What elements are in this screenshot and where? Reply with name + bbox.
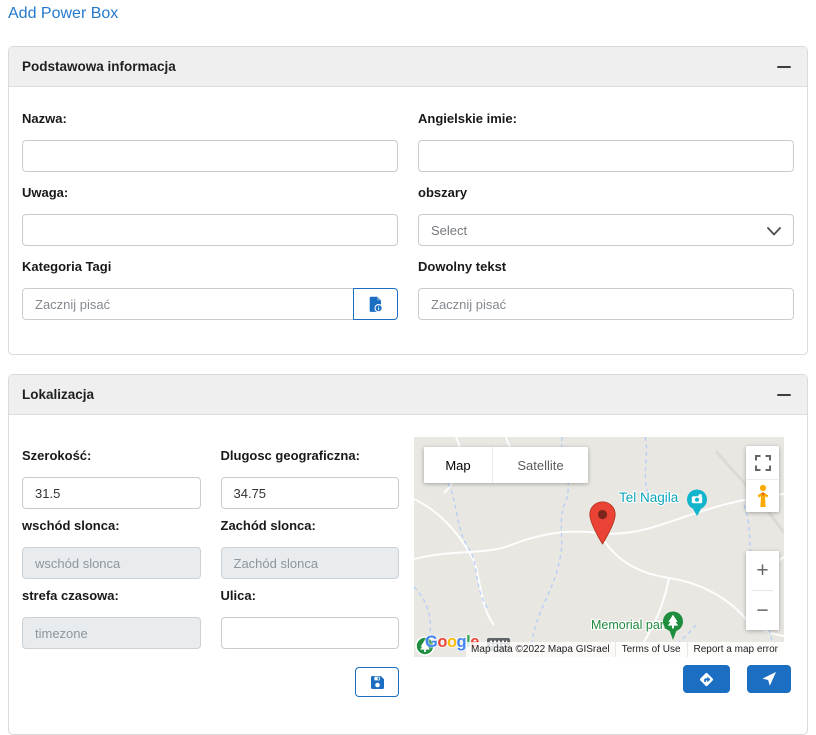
field-obszary: obszary Select bbox=[418, 184, 794, 246]
field-zachod-slonca: Zachód slonca: bbox=[221, 517, 400, 579]
obszary-select[interactable]: Select bbox=[418, 214, 794, 246]
wschod-slonca-label: wschód slonca: bbox=[22, 517, 201, 534]
map-actions bbox=[414, 665, 791, 693]
field-dowolny-tekst: Dowolny tekst bbox=[418, 258, 794, 320]
poi-tel-nagila-pin[interactable] bbox=[686, 489, 708, 520]
panel-lokalizacja-header: Lokalizacja bbox=[9, 375, 807, 415]
map-attribution: Map data ©2022 Mapa GISrael Terms of Use… bbox=[466, 642, 784, 657]
obszary-selected-value: Select bbox=[431, 223, 467, 238]
dlugosc-input[interactable] bbox=[221, 477, 400, 509]
map-data-attribution: Map data ©2022 Mapa GISrael bbox=[466, 642, 615, 657]
nazwa-input[interactable] bbox=[22, 140, 398, 172]
field-uwaga: Uwaga: bbox=[22, 184, 398, 246]
panel-basic-info-body: Nazwa: Angielskie imie: Uwaga: obszary S… bbox=[9, 87, 807, 354]
zoom-out-button[interactable]: − bbox=[746, 591, 779, 630]
nazwa-label: Nazwa: bbox=[22, 110, 398, 127]
dowolny-tekst-label: Dowolny tekst bbox=[418, 258, 794, 275]
report-map-error-link[interactable]: Report a map error bbox=[688, 642, 784, 657]
map-marker-pin[interactable] bbox=[589, 501, 616, 548]
kategoria-tagi-info-button[interactable] bbox=[353, 288, 398, 320]
map-zoom-control: + − bbox=[746, 551, 779, 630]
wschod-slonca-input bbox=[22, 547, 201, 579]
floppy-disk-icon bbox=[370, 675, 385, 690]
map-right-controls bbox=[746, 446, 779, 512]
panel-lokalizacja-title: Lokalizacja bbox=[22, 387, 94, 402]
field-wschod-slonca: wschód slonca: bbox=[22, 517, 201, 579]
pegman-icon bbox=[755, 484, 771, 508]
field-nazwa: Nazwa: bbox=[22, 110, 398, 172]
minus-icon bbox=[777, 66, 791, 68]
angielskie-imie-input[interactable] bbox=[418, 140, 794, 172]
szerokosc-input[interactable] bbox=[22, 477, 201, 509]
camera-pin-icon bbox=[686, 489, 708, 517]
page-title: Add Power Box bbox=[8, 4, 808, 24]
szerokosc-label: Szerokość: bbox=[22, 447, 201, 464]
chevron-down-icon bbox=[767, 227, 781, 236]
navigation-arrow-icon bbox=[761, 671, 777, 687]
fullscreen-button[interactable] bbox=[746, 446, 779, 479]
google-map[interactable]: Map Satellite bbox=[414, 437, 784, 657]
file-info-icon bbox=[368, 296, 383, 313]
save-button[interactable] bbox=[355, 667, 399, 697]
pegman-button[interactable] bbox=[746, 479, 779, 512]
field-angielskie-imie: Angielskie imie: bbox=[418, 110, 794, 172]
kategoria-tagi-input[interactable] bbox=[22, 288, 354, 320]
red-pin-icon bbox=[589, 501, 616, 545]
panel-basic-info: Podstawowa informacja Nazwa: Angielskie … bbox=[8, 46, 808, 355]
uwaga-label: Uwaga: bbox=[22, 184, 398, 201]
zachod-slonca-input bbox=[221, 547, 400, 579]
dowolny-tekst-input[interactable] bbox=[418, 288, 794, 320]
uwaga-input[interactable] bbox=[22, 214, 398, 246]
kategoria-tagi-label: Kategoria Tagi bbox=[22, 258, 398, 275]
panel-basic-info-title: Podstawowa informacja bbox=[22, 59, 176, 74]
page: Add Power Box Podstawowa informacja Nazw… bbox=[0, 0, 816, 735]
terms-of-use-link[interactable]: Terms of Use bbox=[616, 642, 687, 657]
angielskie-imie-label: Angielskie imie: bbox=[418, 110, 794, 127]
collapse-panel-button[interactable] bbox=[775, 386, 793, 404]
field-kategoria-tagi: Kategoria Tagi bbox=[22, 258, 398, 320]
obszary-label: obszary bbox=[418, 184, 794, 201]
poi-label-memorial-park: Memorial park bbox=[591, 618, 670, 632]
minus-icon bbox=[777, 394, 791, 396]
poi-memorial-park-pin[interactable] bbox=[662, 611, 684, 644]
field-szerokosc: Szerokość: bbox=[22, 447, 201, 509]
field-dlugosc: Dlugosc geograficzna: bbox=[221, 447, 400, 509]
panel-lokalizacja: Lokalizacja Szerokość: Dlugosc geografic… bbox=[8, 374, 808, 735]
tree-pin-icon bbox=[662, 611, 684, 641]
dlugosc-label: Dlugosc geograficzna: bbox=[221, 447, 400, 464]
field-ulica: Ulica: bbox=[221, 587, 400, 649]
collapse-panel-button[interactable] bbox=[775, 58, 793, 76]
navigate-button[interactable] bbox=[747, 665, 791, 693]
zachod-slonca-label: Zachód slonca: bbox=[221, 517, 400, 534]
ulica-input[interactable] bbox=[221, 617, 400, 649]
map-type-control: Map Satellite bbox=[424, 447, 588, 483]
poi-label-tel-nagila: Tel Nagila bbox=[619, 490, 678, 505]
directions-button[interactable] bbox=[683, 665, 730, 693]
directions-diamond-icon bbox=[697, 670, 716, 689]
strefa-czasowa-input bbox=[22, 617, 201, 649]
panel-basic-info-header: Podstawowa informacja bbox=[9, 47, 807, 87]
map-type-map-button[interactable]: Map bbox=[424, 447, 492, 483]
field-strefa-czasowa: strefa czasowa: bbox=[22, 587, 201, 649]
ulica-label: Ulica: bbox=[221, 587, 400, 604]
strefa-czasowa-label: strefa czasowa: bbox=[22, 587, 201, 604]
fullscreen-icon bbox=[754, 454, 772, 472]
zoom-in-button[interactable]: + bbox=[746, 551, 779, 590]
map-type-satellite-button[interactable]: Satellite bbox=[492, 447, 588, 483]
panel-lokalizacja-body: Szerokość: Dlugosc geograficzna: wschód … bbox=[9, 415, 807, 734]
